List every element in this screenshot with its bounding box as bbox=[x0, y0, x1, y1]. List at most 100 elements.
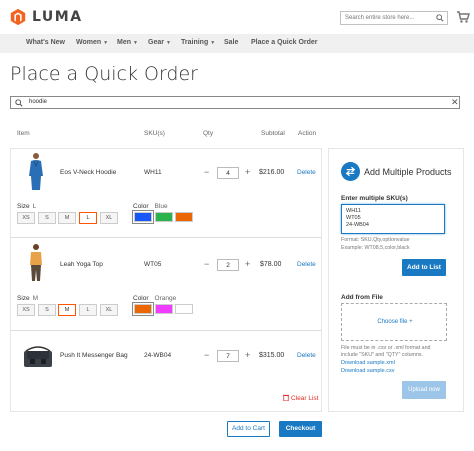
color-swatch-orange[interactable] bbox=[132, 302, 154, 316]
color-label-text: Color bbox=[133, 295, 149, 302]
store-search-input[interactable]: Search entire store here... bbox=[340, 11, 448, 25]
page-title: Place a Quick Order bbox=[10, 63, 198, 85]
nav-label: Place a Quick Order bbox=[251, 39, 318, 46]
nav-women[interactable]: Women ▼ bbox=[76, 39, 108, 46]
multiple-skus-textarea[interactable]: WH11 WT05 24-WB04 bbox=[341, 204, 445, 234]
site-header: LUMA Search entire store here... bbox=[0, 0, 474, 34]
download-sample-xml-link[interactable]: Download sample.xml bbox=[341, 360, 395, 366]
logo-text: LUMA bbox=[32, 9, 83, 25]
qty-input[interactable]: 7 bbox=[217, 350, 239, 362]
row-divider bbox=[11, 330, 321, 331]
size-label-text: Size bbox=[17, 295, 30, 302]
nav-sale[interactable]: Sale bbox=[224, 39, 238, 46]
delete-item-link[interactable]: Delete bbox=[297, 169, 316, 176]
product-image-hoodie bbox=[29, 153, 43, 190]
luma-logo-icon bbox=[10, 8, 26, 26]
color-swatch-blue[interactable] bbox=[132, 210, 154, 224]
size-option-l[interactable]: L bbox=[79, 304, 97, 316]
nav-men[interactable]: Men ▼ bbox=[117, 39, 138, 46]
product-image-yoga-top bbox=[30, 244, 42, 281]
nav-gear[interactable]: Gear ▼ bbox=[148, 39, 171, 46]
qty-input[interactable]: 4 bbox=[217, 167, 239, 179]
product-name[interactable]: Push It Messenger Bag bbox=[60, 352, 128, 359]
nav-training[interactable]: Training ▼ bbox=[181, 39, 215, 46]
nav-label: Men bbox=[117, 39, 131, 46]
chevron-down-icon: ▼ bbox=[210, 40, 216, 46]
product-search-input[interactable]: hoodie ✕ bbox=[10, 96, 460, 109]
chevron-down-icon: ▼ bbox=[103, 40, 109, 46]
quick-order-items-panel bbox=[10, 148, 322, 412]
size-option-s[interactable]: S bbox=[38, 212, 56, 224]
size-option-xs[interactable]: XS bbox=[17, 212, 35, 224]
size-option-label: Size M bbox=[17, 295, 38, 302]
add-to-list-button[interactable]: Add to List bbox=[402, 259, 446, 276]
selected-size-value: M bbox=[32, 295, 39, 302]
color-swatch-white[interactable] bbox=[175, 304, 193, 314]
product-name[interactable]: Eos V-Neck Hoodie bbox=[60, 169, 116, 176]
item-subtotal: $315.00 bbox=[259, 352, 285, 359]
size-option-xs[interactable]: XS bbox=[17, 304, 35, 316]
add-from-file-label: Add from File bbox=[341, 294, 383, 301]
qty-increase-button[interactable]: + bbox=[245, 350, 250, 360]
file-columns-hint: include "SKU" and "QTY" columns. bbox=[341, 352, 424, 358]
qty-input[interactable]: 2 bbox=[217, 259, 239, 271]
selected-color-value: Orange bbox=[154, 295, 177, 302]
color-option-label: Color Blue bbox=[133, 203, 168, 210]
qty-increase-button[interactable]: + bbox=[245, 259, 250, 269]
product-sku: 24-WB04 bbox=[144, 352, 172, 359]
clear-list-label: Clear List bbox=[291, 395, 319, 402]
nav-whats-new[interactable]: What's New bbox=[26, 39, 65, 46]
trash-icon bbox=[283, 394, 289, 402]
size-label-text: Size bbox=[17, 203, 30, 210]
qty-decrease-button[interactable]: − bbox=[204, 350, 209, 360]
chevron-down-icon: ▼ bbox=[133, 40, 138, 46]
download-sample-csv-link[interactable]: Download sample.csv bbox=[341, 368, 395, 374]
close-icon[interactable]: ✕ bbox=[451, 97, 459, 108]
column-header-item: Item bbox=[17, 130, 30, 137]
checkout-button[interactable]: Checkout bbox=[279, 421, 322, 437]
size-option-m[interactable]: M bbox=[58, 304, 76, 316]
delete-item-link[interactable]: Delete bbox=[297, 261, 316, 268]
qty-decrease-button[interactable]: − bbox=[204, 167, 209, 177]
cart-icon[interactable] bbox=[456, 10, 470, 24]
delete-item-link[interactable]: Delete bbox=[297, 352, 316, 359]
nav-label: Training bbox=[181, 39, 209, 46]
file-dropzone[interactable]: Choose file + bbox=[341, 303, 447, 341]
add-to-cart-button[interactable]: Add to Cart bbox=[227, 421, 270, 437]
product-search-value: hoodie bbox=[29, 99, 48, 105]
size-option-s[interactable]: S bbox=[38, 304, 56, 316]
column-header-subtotal: Subtotal bbox=[261, 130, 285, 137]
qty-increase-button[interactable]: + bbox=[245, 167, 250, 177]
format-hint: Format: SKU,Qty,optionvalue bbox=[341, 237, 410, 243]
size-option-xl[interactable]: XL bbox=[100, 304, 118, 316]
luma-logo[interactable]: LUMA bbox=[9, 8, 83, 26]
color-label-text: Color bbox=[133, 203, 149, 210]
size-option-m[interactable]: M bbox=[58, 212, 76, 224]
color-option-label: Color Orange bbox=[133, 295, 176, 302]
nav-label: Sale bbox=[224, 39, 239, 46]
clear-list-link[interactable]: Clear List bbox=[283, 394, 318, 402]
selected-size-value: L bbox=[32, 203, 37, 210]
item-subtotal: $216.00 bbox=[259, 169, 285, 176]
row-divider bbox=[11, 237, 321, 238]
search-icon[interactable] bbox=[436, 14, 444, 22]
color-swatch-purple[interactable] bbox=[155, 304, 173, 314]
column-header-qty: Qty bbox=[203, 130, 214, 137]
color-swatch-green[interactable] bbox=[155, 212, 173, 222]
chevron-down-icon: ▼ bbox=[165, 40, 171, 46]
choose-file-link[interactable]: Choose file + bbox=[342, 319, 448, 325]
color-swatch-orange[interactable] bbox=[175, 212, 193, 222]
size-option-l[interactable]: L bbox=[79, 212, 97, 224]
upload-now-button[interactable]: Upload now bbox=[402, 381, 446, 399]
file-format-hint: File must be in .csv or .xml format and bbox=[341, 345, 431, 351]
qty-decrease-button[interactable]: − bbox=[204, 259, 209, 269]
size-option-xl[interactable]: XL bbox=[100, 212, 118, 224]
nav-label: Gear bbox=[148, 39, 164, 46]
product-image-messenger-bag bbox=[24, 346, 52, 367]
nav-quick-order[interactable]: Place a Quick Order bbox=[251, 39, 318, 46]
product-name[interactable]: Leah Yoga Top bbox=[60, 261, 103, 268]
nav-label: What's New bbox=[26, 39, 66, 46]
example-hint: Example: WT08,5,color,black bbox=[341, 245, 410, 251]
selected-color-value: Blue bbox=[154, 203, 168, 210]
nav-label: Women bbox=[76, 39, 102, 46]
